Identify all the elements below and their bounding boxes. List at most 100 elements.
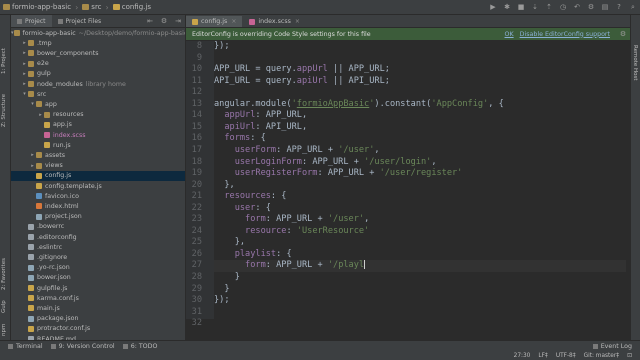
- gulp-tool-tab[interactable]: Gulp: [1, 295, 7, 313]
- vcs-commit-icon[interactable]: ⇡: [544, 2, 554, 12]
- close-icon[interactable]: ×: [295, 18, 300, 25]
- tree-item[interactable]: ▸ assets: [11, 150, 185, 160]
- code-line: user: {: [214, 203, 630, 215]
- tree-item[interactable]: karma.conf.js: [11, 293, 185, 303]
- tree-item[interactable]: index.html: [11, 201, 185, 211]
- terminal-tool-button[interactable]: Terminal: [8, 343, 43, 350]
- chevron-right-icon[interactable]: ▸: [37, 112, 44, 118]
- disable-editorconfig-link[interactable]: Disable EditorConfig support: [520, 31, 610, 38]
- chevron-right-icon[interactable]: ▸: [21, 40, 28, 46]
- line-number: 15: [191, 121, 202, 132]
- tree-item[interactable]: bower.json: [11, 273, 185, 283]
- close-icon[interactable]: ×: [231, 18, 236, 25]
- tab-project-files[interactable]: Project Files: [52, 15, 108, 27]
- tree-item[interactable]: ▸ e2e: [11, 59, 185, 69]
- tree-item-label: project.json: [45, 213, 82, 221]
- tree-item[interactable]: config.js: [11, 170, 185, 181]
- tab-project[interactable]: Project: [11, 15, 52, 27]
- lock-icon[interactable]: ⊡: [627, 353, 632, 359]
- todo-tool-button[interactable]: 6: TODO: [122, 343, 157, 350]
- run-icon[interactable]: ▶: [488, 2, 498, 12]
- search-icon[interactable]: ⌕: [628, 2, 638, 12]
- tree-item[interactable]: project.json: [11, 212, 185, 222]
- tree-item[interactable]: gulpfile.js: [11, 283, 185, 293]
- structure-tool-tab[interactable]: Z: Structure: [1, 77, 7, 127]
- tree-item[interactable]: ▸ bower_components: [11, 48, 185, 58]
- file-encoding[interactable]: UTF-8‡: [556, 353, 576, 359]
- project-tool-tab[interactable]: 1: Project: [1, 19, 7, 74]
- tree-item[interactable]: ▾ app: [11, 99, 185, 109]
- editor-tab-config-js[interactable]: config.js ×: [186, 16, 243, 27]
- panel-settings-icon[interactable]: ⚙: [159, 16, 169, 26]
- tree-item[interactable]: .gitignore: [11, 252, 185, 262]
- code-line: API_URL = query.apiUrl || API_URL;: [214, 76, 630, 88]
- breadcrumb-file[interactable]: config.js: [110, 0, 154, 14]
- tree-item[interactable]: .editorconfig: [11, 232, 185, 242]
- revert-icon[interactable]: ↶: [572, 2, 582, 12]
- tree-item[interactable]: favicon.ico: [11, 191, 185, 201]
- chevron-right-icon[interactable]: ▸: [29, 163, 36, 169]
- tree-item[interactable]: index.scss: [11, 130, 185, 140]
- tree-item[interactable]: run.js: [11, 140, 185, 150]
- cursor-position[interactable]: 27:30: [514, 353, 531, 359]
- chevron-right-icon[interactable]: ▸: [21, 50, 28, 56]
- breadcrumb-label: config.js: [121, 3, 151, 11]
- vcs-update-icon[interactable]: ⇣: [530, 2, 540, 12]
- remote-host-tool-tab[interactable]: Remote Host: [632, 45, 638, 105]
- breadcrumb-label: src: [91, 3, 102, 11]
- chevron-right-icon[interactable]: ▸: [29, 152, 36, 158]
- tree-item[interactable]: ▸ node_modules library home: [11, 79, 185, 89]
- hide-panel-icon[interactable]: ⇥: [173, 16, 183, 26]
- structure-icon[interactable]: ▤: [600, 2, 610, 12]
- tree-item[interactable]: ▾ src: [11, 89, 185, 99]
- code-token: resource: [214, 225, 287, 236]
- project-view-icon: [17, 18, 22, 24]
- npm-tool-tab[interactable]: npm: [1, 320, 7, 336]
- collapse-all-icon[interactable]: ⇤: [145, 16, 155, 26]
- breadcrumb-src[interactable]: src: [79, 0, 104, 14]
- chevron-right-icon[interactable]: ▸: [21, 61, 28, 67]
- editor-tab-index-scss[interactable]: index.scss ×: [243, 16, 306, 27]
- tree-item-label: resources: [53, 111, 84, 119]
- tree-item[interactable]: .eslintrc: [11, 242, 185, 252]
- banner-settings-icon[interactable]: ⚙: [618, 29, 628, 39]
- vcs-branch[interactable]: Git: master‡: [584, 353, 620, 359]
- line-number-gutter: 8 9 10 11 12 13 14 15 16 17 18 19 20 21 22 23 24 25 26 27 28…: [186, 41, 214, 328]
- tab-label: Project: [25, 17, 46, 25]
- code-token: '/playl: [327, 260, 365, 271]
- code-line: });: [214, 41, 630, 53]
- tree-item[interactable]: ▸ views: [11, 161, 185, 171]
- editor-scrollbar[interactable]: [626, 41, 630, 319]
- tree-item[interactable]: config.template.js: [11, 181, 185, 191]
- tree-item[interactable]: app.js: [11, 120, 185, 130]
- tree-item[interactable]: ▸ resources: [11, 110, 185, 120]
- help-icon[interactable]: ?: [614, 2, 624, 12]
- todo-icon: [122, 343, 128, 349]
- code-token: resources: [214, 191, 271, 202]
- history-icon[interactable]: ◷: [558, 2, 568, 12]
- line-ending[interactable]: LF‡: [538, 353, 547, 359]
- code-token: || API_URL;: [327, 75, 390, 86]
- tree-item[interactable]: package.json: [11, 314, 185, 324]
- code-editor[interactable]: }); APP_URL = query.appUrl || APP_URL; API…: [214, 41, 630, 319]
- stop-icon[interactable]: ■: [516, 2, 526, 12]
- debug-icon[interactable]: ✱: [502, 2, 512, 12]
- favorites-tool-tab[interactable]: 2: Favorites: [1, 245, 7, 290]
- tree-item[interactable]: ▸ .tmp: [11, 38, 185, 48]
- banner-ok-link[interactable]: OK: [505, 31, 514, 38]
- chevron-down-icon[interactable]: ▾: [29, 101, 36, 107]
- tree-item[interactable]: ▾ formio-app-basic ~/Desktop/demo/formio-a…: [11, 28, 185, 38]
- tree-item[interactable]: protractor.conf.js: [11, 324, 185, 334]
- settings-icon[interactable]: ⚙: [586, 2, 596, 12]
- tree-item[interactable]: ▸ gulp: [11, 69, 185, 79]
- breadcrumb-project[interactable]: formio-app-basic: [0, 0, 74, 14]
- chevron-down-icon[interactable]: ▾: [21, 91, 28, 97]
- tree-item[interactable]: .yo-rc.json: [11, 263, 185, 273]
- chevron-right-icon[interactable]: ▸: [21, 71, 28, 77]
- tree-item[interactable]: .bowerrc: [11, 222, 185, 232]
- chevron-right-icon[interactable]: ▸: [21, 81, 28, 87]
- event-log-button[interactable]: Event Log: [592, 343, 632, 350]
- code-token: 'AppConfig': [431, 98, 489, 109]
- tree-item[interactable]: main.js: [11, 303, 185, 313]
- version-control-tool-button[interactable]: 9: Version Control: [50, 343, 115, 350]
